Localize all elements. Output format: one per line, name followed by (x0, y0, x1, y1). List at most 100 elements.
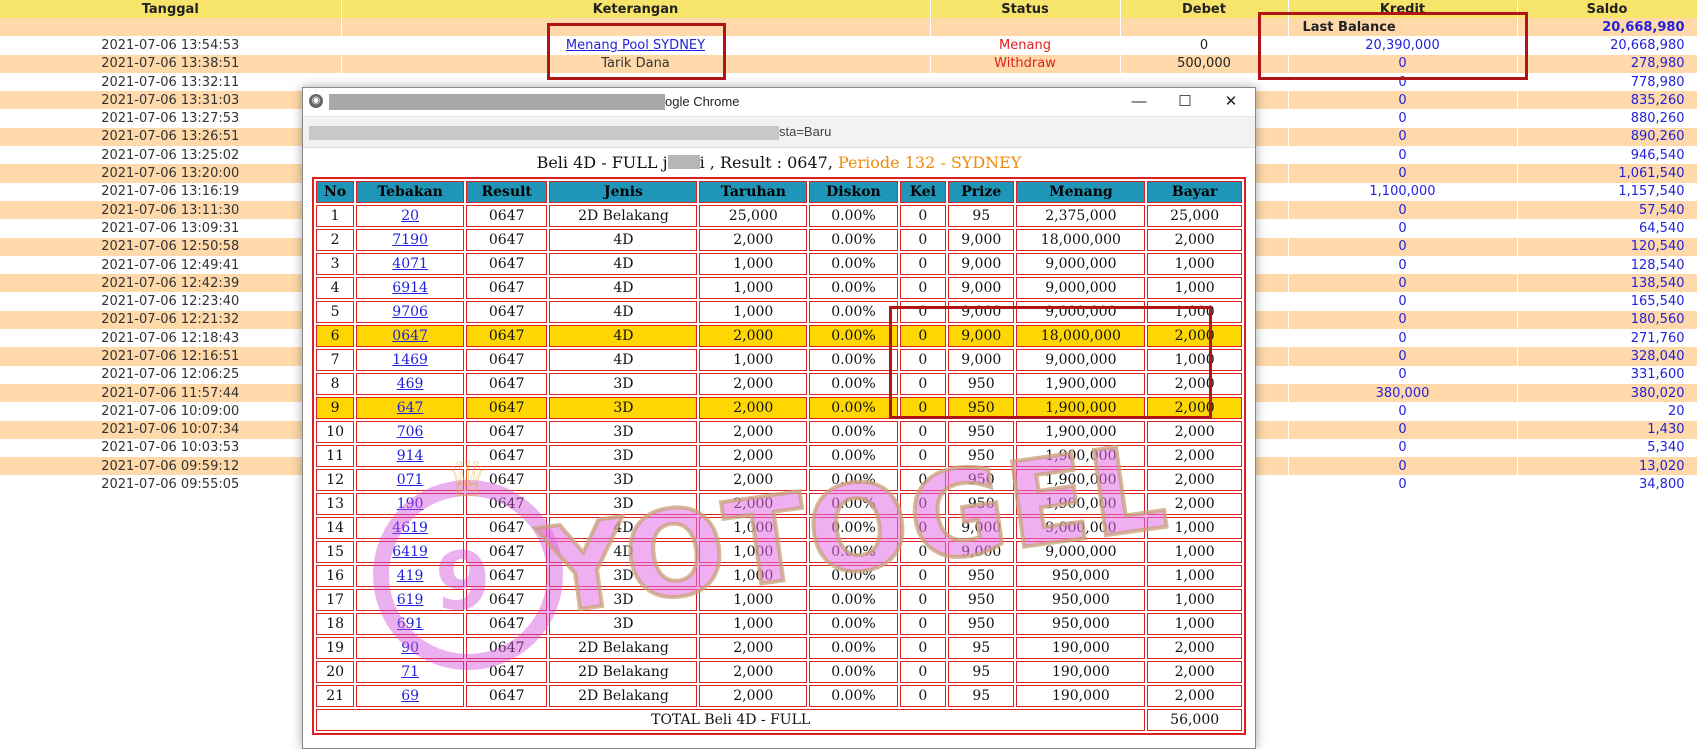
bet-detail-popup-window[interactable]: ◉ ogle Chrome — ☐ ✕ sta=Baru Beli 4D - F… (302, 87, 1256, 749)
tebakan-link[interactable]: 6914 (392, 280, 428, 296)
bet-cell-taruhan: 1,000 (699, 277, 808, 299)
ledger-date: 2021-07-06 12:23:40 (0, 292, 342, 311)
tebakan-link[interactable]: 9706 (392, 304, 428, 320)
ledger-header-row: Tanggal Keterangan Status Debet Kredit S… (0, 0, 1697, 18)
bet-cell-prize: 9,000 (948, 349, 1015, 371)
maximize-button[interactable]: ☐ (1165, 90, 1205, 114)
ledger-saldo: 278,980 (1517, 54, 1697, 73)
bet-cell-taruhan: 2,000 (699, 373, 808, 395)
bet-cell-taruhan: 25,000 (699, 205, 808, 227)
bet-row: 17 619 0647 3D 1,000 0.00% 0 950 950,000 1,000 (316, 589, 1242, 611)
ledger-kredit: 0 (1288, 329, 1518, 348)
tebakan-link[interactable]: 20 (401, 208, 419, 224)
ledger-kredit: 0 (1288, 146, 1518, 165)
bet-cell-taruhan: 1,000 (699, 613, 808, 635)
bet-cell-kei: 0 (899, 445, 947, 467)
tebakan-link[interactable]: 647 (397, 400, 424, 416)
bet-cell-tebakan: 071 (356, 469, 464, 491)
bet-cell-prize: 95 (948, 685, 1015, 707)
minimize-button[interactable]: — (1119, 90, 1159, 114)
bet-cell-jenis: 4D (549, 229, 698, 251)
close-button[interactable]: ✕ (1211, 90, 1251, 114)
ledger-date: 2021-07-06 12:16:51 (0, 347, 342, 366)
tebakan-link[interactable]: 914 (397, 448, 424, 464)
bet-row: 4 6914 0647 4D 1,000 0.00% 0 9,000 9,000,000 1,00… (316, 277, 1242, 299)
bet-cell-bayar: 2,000 (1147, 685, 1242, 707)
bet-cell-taruhan: 1,000 (699, 565, 808, 587)
tebakan-link[interactable]: 4619 (392, 520, 428, 536)
tebakan-link[interactable]: 469 (397, 376, 424, 392)
tebakan-link[interactable]: 90 (401, 640, 419, 656)
keterangan-link[interactable]: Menang Pool SYDNEY (566, 38, 705, 53)
bet-cell-kei: 0 (899, 493, 947, 515)
tebakan-link[interactable]: 6419 (392, 544, 428, 560)
bet-cell-tebakan: 9706 (356, 301, 464, 323)
tebakan-link[interactable]: 419 (397, 568, 424, 584)
bet-cell-diskon: 0.00% (809, 541, 898, 563)
ledger-keterangan: Tarik Dana (341, 54, 931, 73)
bet-cell-no: 11 (316, 445, 355, 467)
ledger-saldo: 890,260 (1517, 127, 1697, 147)
bet-cell-tebakan: 190 (356, 493, 464, 515)
url-text: sta=Baru (779, 124, 832, 139)
bet-row: 7 1469 0647 4D 1,000 0.00% 0 9,000 9,000,000 1,00… (316, 349, 1242, 371)
bet-cell-diskon: 0.00% (809, 349, 898, 371)
bet-cell-tebakan: 4619 (356, 517, 464, 539)
tebakan-link[interactable]: 0647 (392, 328, 428, 344)
bet-cell-prize: 950 (948, 397, 1015, 419)
bet-row: 20 71 0647 2D Belakang 2,000 0.00% 0 95 190,000 2… (316, 661, 1242, 683)
ledger-date: 2021-07-06 13:16:19 (0, 182, 342, 201)
bet-cell-bayar: 1,000 (1147, 565, 1242, 587)
tebakan-link[interactable]: 691 (397, 616, 424, 632)
bet-cell-taruhan: 2,000 (699, 397, 808, 419)
bet-cell-kei: 0 (899, 205, 947, 227)
bet-cell-no: 19 (316, 637, 355, 659)
bet-cell-prize: 950 (948, 613, 1015, 635)
ledger-debet: 500,000 (1120, 54, 1289, 73)
bet-row: 11 914 0647 3D 2,000 0.00% 0 950 1,900,000 2,000 (316, 445, 1242, 467)
caption-title: Beli 4D - FULL j (536, 153, 668, 172)
bet-row: 13 190 0647 3D 2,000 0.00% 0 950 1,900,000 2,000 (316, 493, 1242, 515)
bet-cell-taruhan: 2,000 (699, 637, 808, 659)
bet-cell-prize: 950 (948, 589, 1015, 611)
bet-row: 19 90 0647 2D Belakang 2,000 0.00% 0 95 190,000 2… (316, 637, 1242, 659)
tebakan-link[interactable]: 69 (401, 688, 419, 704)
ledger-status: Menang (930, 36, 1121, 55)
ledger-date: 2021-07-06 13:09:31 (0, 219, 342, 238)
ledger-date: 2021-07-06 13:32:11 (0, 72, 342, 92)
bet-cell-tebakan: 0647 (356, 325, 464, 347)
bet-cell-diskon: 0.00% (809, 637, 898, 659)
tebakan-link[interactable]: 4071 (392, 256, 428, 272)
tebakan-link[interactable]: 190 (397, 496, 424, 512)
popup-titlebar[interactable]: ◉ ogle Chrome — ☐ ✕ (303, 88, 1255, 117)
tebakan-link[interactable]: 619 (397, 592, 424, 608)
globe-icon: ◉ (309, 94, 323, 108)
bet-cell-jenis: 4D (549, 541, 698, 563)
ledger-kredit: 0 (1288, 219, 1518, 238)
bet-cell-menang: 190,000 (1016, 661, 1146, 683)
tebakan-link[interactable]: 706 (397, 424, 424, 440)
ledger-saldo: 57,540 (1517, 200, 1697, 220)
bet-row: 8 469 0647 3D 2,000 0.00% 0 950 1,900,000 2,000 (316, 373, 1242, 395)
bet-cell-taruhan: 1,000 (699, 589, 808, 611)
bet-cell-menang: 1,900,000 (1016, 493, 1146, 515)
bet-cell-bayar: 1,000 (1147, 541, 1242, 563)
bet-cell-menang: 950,000 (1016, 613, 1146, 635)
bet-cell-prize: 9,000 (948, 253, 1015, 275)
address-bar[interactable]: sta=Baru (303, 117, 1255, 148)
bet-cell-bayar: 2,000 (1147, 661, 1242, 683)
tebakan-link[interactable]: 71 (401, 664, 419, 680)
tebakan-link[interactable]: 7190 (392, 232, 428, 248)
tebakan-link[interactable]: 071 (397, 472, 424, 488)
bet-cell-jenis: 2D Belakang (549, 637, 698, 659)
bet-cell-tebakan: 6914 (356, 277, 464, 299)
bet-cell-tebakan: 469 (356, 373, 464, 395)
tebakan-link[interactable]: 1469 (392, 352, 428, 368)
redacted-title (329, 94, 665, 110)
bet-cell-bayar: 1,000 (1147, 301, 1242, 323)
bet-cell-result: 0647 (465, 229, 548, 251)
bet-cell-bayar: 1,000 (1147, 349, 1242, 371)
bet-cell-kei: 0 (899, 373, 947, 395)
bet-cell-bayar: 2,000 (1147, 229, 1242, 251)
bet-cell-taruhan: 2,000 (699, 445, 808, 467)
